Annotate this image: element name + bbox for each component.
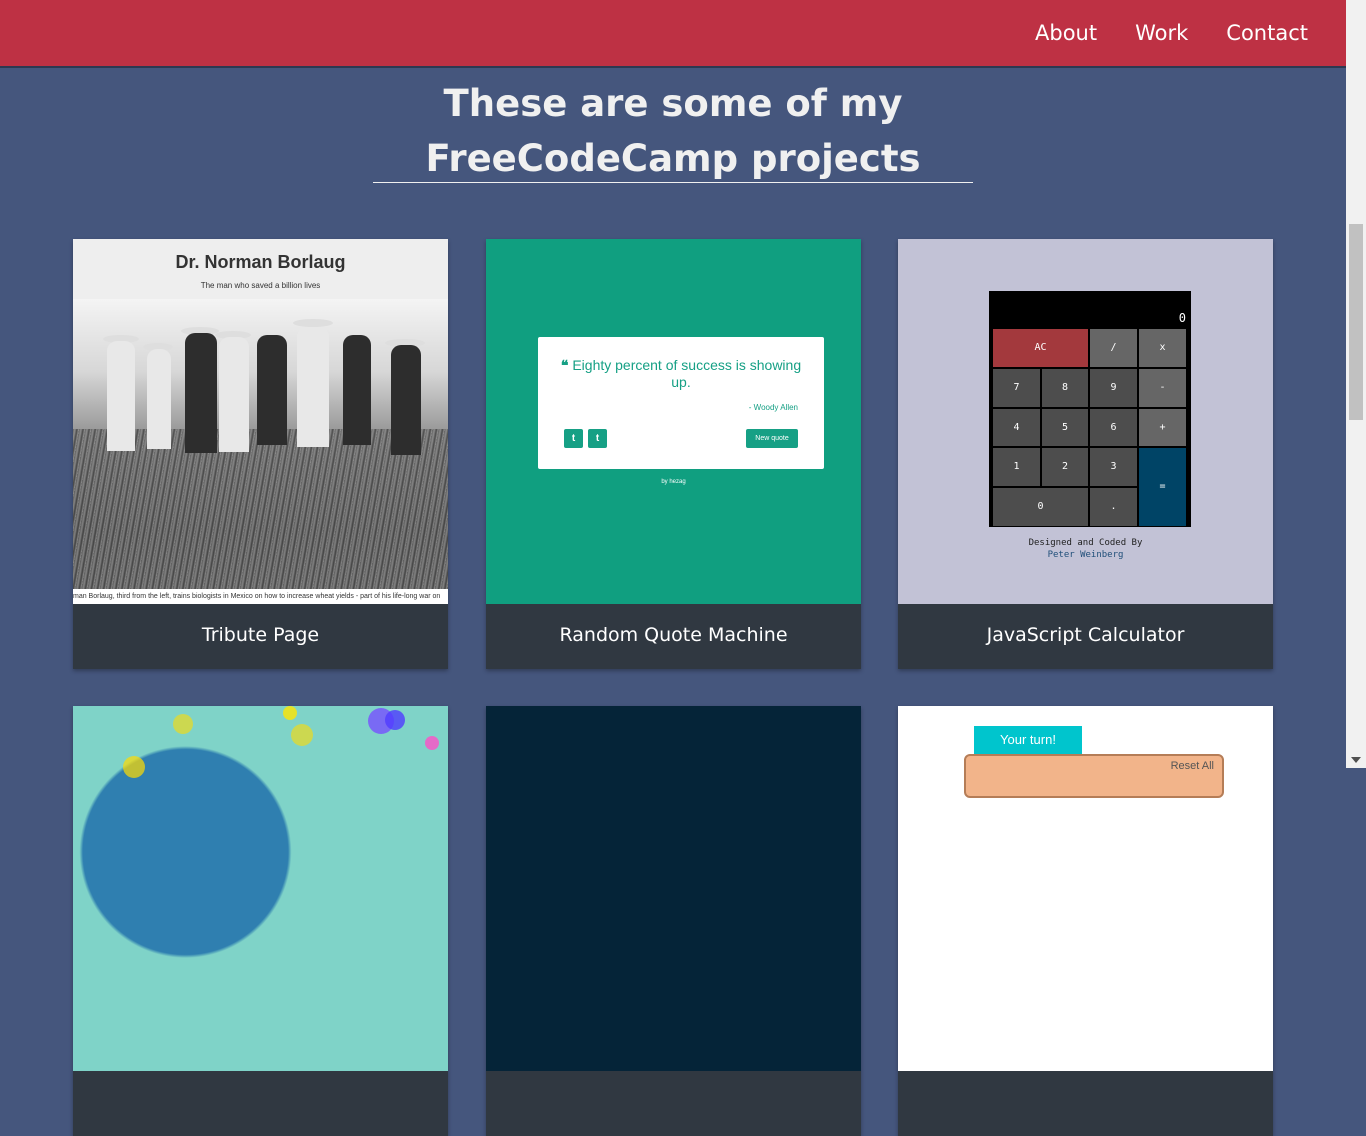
project-tile-calculator[interactable]: 0 AC / x 7 8 9 - 4 5 6 + 1 2 3 = 0 . Des… bbox=[898, 239, 1273, 669]
calculator-body: 0 AC / x 7 8 9 - 4 5 6 + 1 2 3 = 0 . bbox=[989, 291, 1191, 527]
tribute-preview-subtitle: The man who saved a billion lives bbox=[200, 281, 321, 290]
scrollbar[interactable] bbox=[1346, 0, 1366, 768]
new-quote-button: New quote bbox=[746, 429, 798, 448]
tribute-photo-caption: man Borlaug, third from the left, trains… bbox=[73, 589, 448, 604]
twitter-icon: t bbox=[564, 429, 583, 448]
reset-all-label: Reset All bbox=[1170, 760, 1214, 772]
quote-by-line: by hezag bbox=[661, 479, 686, 485]
project-preview-quote-machine: ❝ Eighty percent of success is showing u… bbox=[486, 239, 861, 604]
calc-key-7: 7 bbox=[992, 368, 1041, 408]
calculator-display: 0 bbox=[1178, 311, 1186, 325]
scrollbar-thumb[interactable] bbox=[1349, 224, 1363, 420]
calc-key-3: 3 bbox=[1089, 447, 1138, 487]
calc-key-2: 2 bbox=[1041, 447, 1089, 487]
project-title: JavaScript Calculator bbox=[986, 624, 1185, 646]
your-turn-label: Your turn! bbox=[974, 726, 1082, 754]
project-preview-calculator: 0 AC / x 7 8 9 - 4 5 6 + 1 2 3 = 0 . Des… bbox=[898, 239, 1273, 604]
calc-key-subtract: - bbox=[1138, 368, 1187, 408]
calc-key-9: 9 bbox=[1089, 368, 1138, 408]
calc-credit-line-1: Designed and Coded By bbox=[1028, 538, 1143, 548]
project-tile-quote-machine[interactable]: ❝ Eighty percent of success is showing u… bbox=[486, 239, 861, 669]
calc-key-multiply: x bbox=[1138, 328, 1187, 368]
tumblr-icon: t bbox=[588, 429, 607, 448]
project-tile-game[interactable]: Reset All Your turn! bbox=[898, 706, 1273, 1136]
header-underline bbox=[373, 182, 973, 183]
header-title-line-1: These are some of my bbox=[443, 82, 903, 125]
project-preview-5 bbox=[486, 706, 861, 1071]
calc-key-decimal: . bbox=[1089, 487, 1138, 527]
project-preview-map bbox=[73, 706, 448, 1071]
calc-key-1: 1 bbox=[992, 447, 1041, 487]
scroll-down-arrow-icon[interactable] bbox=[1351, 757, 1361, 763]
navbar: About Work Contact bbox=[0, 0, 1346, 66]
project-tile-map[interactable] bbox=[73, 706, 448, 1136]
calc-key-5: 5 bbox=[1041, 408, 1089, 447]
calc-key-equals: = bbox=[1138, 447, 1187, 527]
project-preview-game: Reset All Your turn! bbox=[898, 706, 1273, 1071]
project-preview-tribute: Dr. Norman Borlaug The man who saved a b… bbox=[73, 239, 448, 604]
nav-link-work[interactable]: Work bbox=[1135, 21, 1188, 45]
quote-box: ❝ Eighty percent of success is showing u… bbox=[538, 337, 824, 469]
calc-key-6: 6 bbox=[1089, 408, 1138, 447]
project-title bbox=[486, 1071, 861, 1136]
nav-link-contact[interactable]: Contact bbox=[1226, 21, 1308, 45]
project-title bbox=[898, 1071, 1273, 1136]
calc-key-0: 0 bbox=[992, 487, 1089, 527]
quote-author: - Woody Allen bbox=[748, 403, 798, 412]
game-board: Reset All bbox=[964, 754, 1224, 798]
tribute-photo bbox=[73, 299, 448, 589]
project-title: Tribute Page bbox=[201, 624, 320, 646]
project-title bbox=[73, 1071, 448, 1136]
calc-credit-name: Peter Weinberg bbox=[1047, 550, 1124, 560]
calculator-credit: Designed and Coded By Peter Weinberg bbox=[898, 537, 1273, 561]
project-tile-tribute[interactable]: Dr. Norman Borlaug The man who saved a b… bbox=[73, 239, 448, 669]
tribute-preview-title: Dr. Norman Borlaug bbox=[175, 252, 346, 272]
calc-key-4: 4 bbox=[992, 408, 1041, 447]
header-title-line-2: FreeCodeCamp projects bbox=[425, 137, 921, 180]
project-tile-5[interactable] bbox=[486, 706, 861, 1136]
nav-links: About Work Contact bbox=[997, 0, 1308, 66]
calc-key-ac: AC bbox=[992, 328, 1089, 368]
nav-link-about[interactable]: About bbox=[1035, 21, 1097, 45]
calc-key-add: + bbox=[1138, 408, 1187, 447]
quote-text: Eighty percent of success is showing up. bbox=[572, 357, 802, 390]
projects-section-header: These are some of my FreeCodeCamp projec… bbox=[373, 76, 973, 186]
calc-key-8: 8 bbox=[1041, 368, 1089, 408]
calc-key-divide: / bbox=[1089, 328, 1138, 368]
project-title: Random Quote Machine bbox=[559, 624, 788, 646]
quote-icon: ❝ bbox=[560, 357, 573, 373]
